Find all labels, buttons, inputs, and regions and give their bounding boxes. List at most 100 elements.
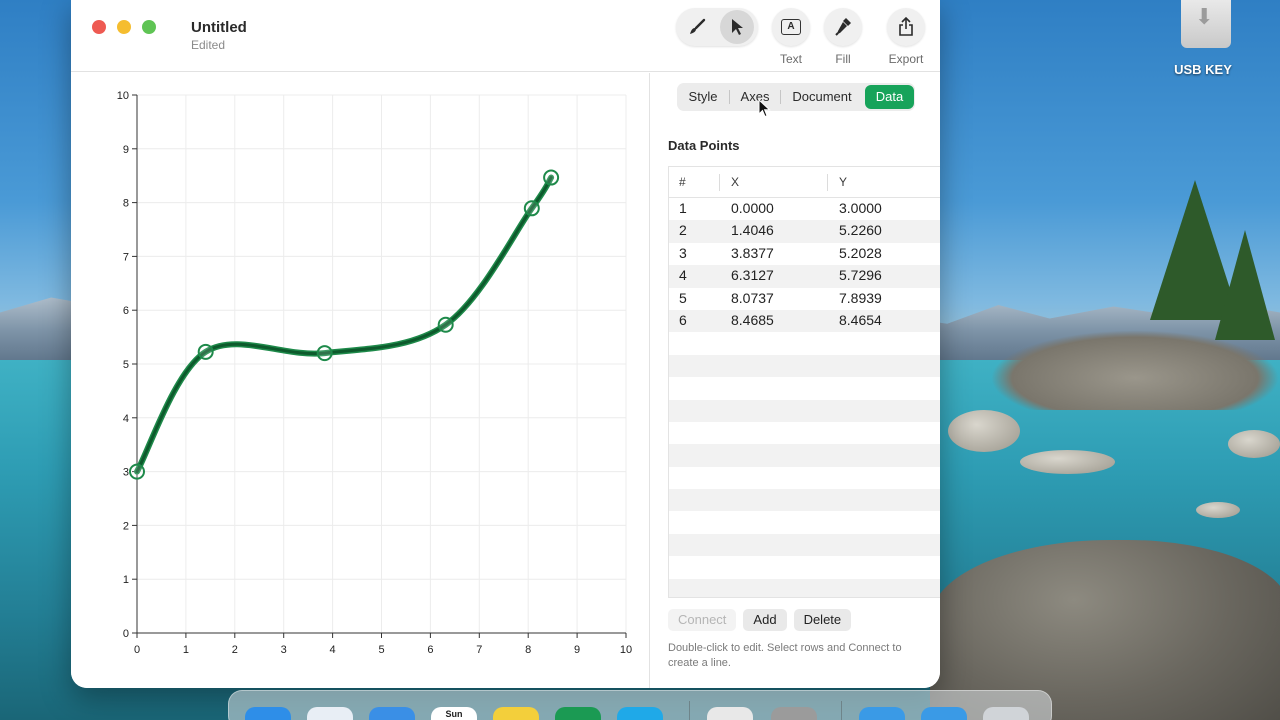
row-index: 5 [679,289,687,306]
x-tick-label: 6 [427,644,433,656]
empty-table-row[interactable] [669,377,940,399]
maximize-window-button[interactable] [142,20,156,34]
finder-icon[interactable] [245,707,291,720]
data-point-marker[interactable] [437,316,454,333]
connect-button[interactable]: Connect [668,609,737,631]
column-divider[interactable] [719,174,720,191]
empty-table-row[interactable] [669,578,940,597]
titlebar: Untitled Edited A Text Fill Export [71,0,940,72]
empty-table-row[interactable] [669,489,940,512]
x-value[interactable]: 8.0737 [731,290,774,306]
text-tool-button[interactable]: A [772,8,810,46]
line-chart[interactable]: 0 1 2 3 4 5 6 7 8 9 10 0 1 2 3 4 5 6 7 8 9 10 [71,73,649,688]
data-point-marker[interactable] [197,343,214,360]
trash-icon[interactable] [983,707,1029,720]
text-tool[interactable]: A Text [766,8,816,66]
y-tick-label: 4 [123,413,129,425]
x-value[interactable]: 6.3127 [731,267,774,283]
export-button[interactable] [887,8,925,46]
fill-tool-button[interactable] [824,8,862,46]
data-point-marker[interactable] [316,345,333,362]
empty-table-row[interactable] [669,556,940,578]
data-point-marker[interactable] [543,169,560,186]
fill-tool-label: Fill [835,52,851,66]
y-value[interactable]: 3.0000 [839,200,882,216]
download-arrow-icon: ⬇ [1195,4,1214,29]
record-app-icon[interactable] [707,707,753,720]
empty-table-row[interactable] [669,533,940,557]
document-title[interactable]: Untitled [191,19,247,36]
empty-table-row[interactable] [669,354,940,378]
empty-table-row[interactable] [669,444,940,467]
empty-table-row[interactable] [669,332,940,354]
share-icon [899,17,913,36]
brush-tool-button[interactable] [680,10,714,44]
y-value[interactable]: 8.4654 [839,312,882,328]
inspector-tabs: Style Axes Document Data [677,83,915,111]
table-row[interactable]: 4 6.3127 5.7296 [669,265,940,288]
table-row[interactable]: 2 1.4046 5.2260 [669,220,940,243]
numbers-icon[interactable] [555,707,601,720]
y-value[interactable]: 5.2028 [839,245,882,261]
system-settings-icon[interactable] [771,707,817,720]
y-value[interactable]: 5.2260 [839,222,882,238]
x-tick-label: 0 [134,644,140,656]
empty-table-row[interactable] [669,422,940,444]
y-tick-label: 10 [117,90,129,102]
x-tick-label: 10 [620,644,632,656]
close-window-button[interactable] [92,20,106,34]
x-value[interactable]: 8.4685 [731,312,774,328]
x-tick-label: 2 [232,644,238,656]
tab-axes[interactable]: Axes [730,85,780,109]
fill-tool[interactable]: Fill [818,8,868,66]
empty-table-row[interactable] [669,511,940,533]
y-value[interactable]: 7.8939 [839,290,882,306]
x-value[interactable]: 3.8377 [731,245,774,261]
export-tool[interactable]: Export [881,8,931,66]
export-label: Export [888,52,924,66]
tab-data[interactable]: Data [865,85,914,109]
calendar-icon[interactable]: Sun [431,707,477,720]
y-tick-label: 7 [123,251,129,263]
x-value[interactable]: 0.0000 [731,200,774,216]
row-index: 2 [679,222,687,239]
x-value[interactable]: 1.4046 [731,222,774,238]
series-line[interactable] [135,176,553,474]
column-header-x[interactable]: X [731,167,739,198]
empty-table-row[interactable] [669,467,940,489]
tab-document[interactable]: Document [781,85,863,109]
table-row[interactable]: 6 8.4685 8.4654 [669,309,940,333]
notes-icon[interactable] [493,707,539,720]
app-store-icon[interactable] [617,707,663,720]
y-tick-label: 6 [123,305,129,317]
x-tick-label: 4 [330,644,336,656]
x-tick-label: 3 [281,644,287,656]
tab-style[interactable]: Style [677,85,729,109]
safari-icon[interactable] [307,707,353,720]
usb-drive-icon[interactable]: ⬇ [1181,0,1231,48]
dock-separator [689,701,690,720]
table-row[interactable]: 5 8.0737 7.8939 [669,288,940,310]
mail-icon[interactable] [369,707,415,720]
data-point-marker[interactable] [129,463,145,480]
table-row[interactable]: 1 0.0000 3.0000 [669,198,940,220]
dock-separator [841,701,842,720]
tool-selector [676,8,758,46]
downloads-folder-icon[interactable] [921,707,967,720]
select-tool-button[interactable] [720,10,754,44]
chart-canvas[interactable]: 0 1 2 3 4 5 6 7 8 9 10 0 1 2 3 4 5 6 7 8 9 10 [71,73,649,688]
empty-table-row[interactable] [669,399,940,422]
minimize-window-button[interactable] [117,20,131,34]
usb-key-drive[interactable]: ⬇ USB KEY [1174,0,1236,80]
column-header-index[interactable]: # [679,167,686,198]
y-value[interactable]: 5.7296 [839,267,882,283]
column-header-y[interactable]: Y [839,167,847,198]
data-point-marker[interactable] [523,200,540,217]
table-row[interactable]: 3 3.8377 5.2028 [669,243,940,265]
y-tick-label: 3 [123,467,129,479]
column-divider[interactable] [827,174,828,191]
folder-icon[interactable] [859,707,905,720]
add-button[interactable]: Add [743,609,787,631]
delete-button[interactable]: Delete [793,609,852,631]
series-line-outline[interactable] [134,174,555,475]
